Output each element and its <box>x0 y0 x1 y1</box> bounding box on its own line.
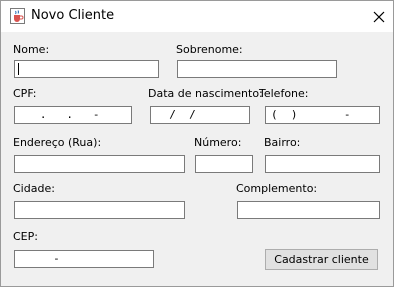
text-caret <box>18 63 19 75</box>
telefone-label: Telefone: <box>259 87 309 100</box>
novo-cliente-window: Novo Cliente Nome: Sobrenome: CPF: . . -… <box>0 0 394 287</box>
data-nascimento-label: Data de nascimento: <box>148 87 263 100</box>
close-icon[interactable] <box>365 2 393 31</box>
cidade-input[interactable] <box>14 201 185 219</box>
nome-input[interactable] <box>14 60 159 78</box>
cidade-label: Cidade: <box>13 182 55 195</box>
bairro-label: Bairro: <box>264 136 301 149</box>
java-coffee-cup-icon <box>10 8 25 24</box>
nome-label: Nome: <box>13 43 50 56</box>
cpf-label: CPF: <box>13 87 37 100</box>
telefone-input[interactable]: ( ) - <box>265 106 380 124</box>
complemento-input[interactable] <box>237 201 380 219</box>
sobrenome-label: Sobrenome: <box>176 43 243 56</box>
endereco-input[interactable] <box>14 155 185 173</box>
form-panel: Nome: Sobrenome: CPF: . . - Data de nasc… <box>1 32 393 286</box>
data-nascimento-input[interactable]: / / <box>150 106 250 124</box>
cep-input[interactable]: - <box>14 250 154 268</box>
complemento-label: Complemento: <box>236 182 318 195</box>
cadastrar-cliente-button[interactable]: Cadastrar cliente <box>265 249 378 270</box>
bairro-input[interactable] <box>265 155 380 173</box>
title-bar[interactable]: Novo Cliente <box>1 1 393 32</box>
sobrenome-input[interactable] <box>177 60 337 78</box>
window-title: Novo Cliente <box>31 8 115 23</box>
endereco-label: Endereço (Rua): <box>13 136 102 149</box>
numero-label: Número: <box>194 136 242 149</box>
cpf-input[interactable]: . . - <box>14 106 132 124</box>
cep-label: CEP: <box>13 230 38 243</box>
numero-input[interactable] <box>195 155 253 173</box>
